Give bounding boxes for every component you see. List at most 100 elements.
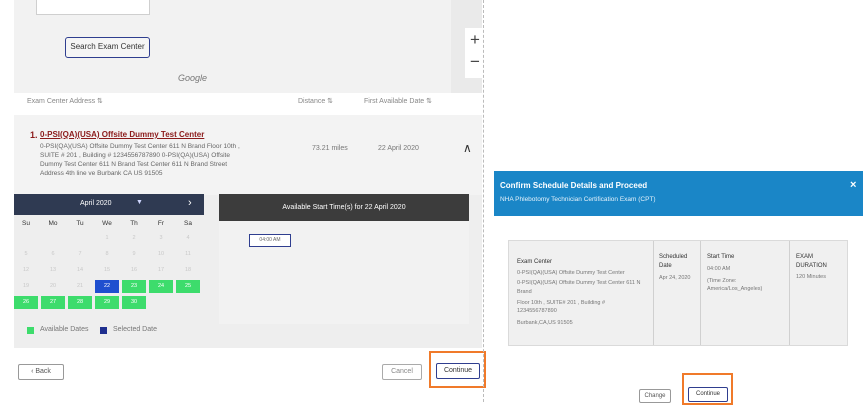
calendar-day[interactable]: 24	[149, 280, 173, 293]
start-time-value: 04:00 AM	[707, 266, 731, 272]
available-dates-legend: Available Dates	[40, 326, 89, 333]
start-time-slot-button[interactable]: 04:00 AM	[249, 234, 291, 247]
calendar-day	[14, 232, 38, 245]
calendar-day: 6	[51, 251, 55, 257]
calendar-day[interactable]: 30	[122, 296, 146, 309]
modal-title: Confirm Schedule Details and Proceed	[500, 181, 648, 190]
weekday-label: We	[102, 220, 112, 227]
scheduled-date-value: Apr 24, 2020	[659, 275, 691, 281]
column-header-first-date[interactable]: First Available Date ⇅	[364, 97, 432, 105]
time-zone-label: (Time Zone:	[707, 278, 737, 284]
first-available-date-value: 22 April 2020	[378, 145, 419, 152]
zoom-out-button[interactable]: −	[465, 52, 485, 72]
exam-heading: EXAM	[796, 254, 814, 260]
map[interactable]: Search Exam Center Google + −	[14, 0, 485, 93]
calendar-day[interactable]: 26	[14, 296, 38, 309]
calendar-day: 1	[105, 235, 109, 241]
duration-heading: DURATION	[796, 263, 827, 269]
calendar-day[interactable]: 25	[176, 280, 200, 293]
back-button[interactable]: ‹ Back	[18, 364, 64, 380]
weekday-label: Su	[22, 220, 30, 227]
address-line: 0-PSI(QA)(USA) Offsite Dummy Test Center…	[40, 143, 240, 150]
date-picker-calendar: April 2020 ▼ › Su Mo Tu We Th Fr Sa 1234…	[14, 194, 204, 324]
exam-duration-value: 120 Minutes	[796, 274, 826, 280]
calendar-day: 5	[24, 251, 28, 257]
selected-date-swatch	[100, 327, 107, 334]
column-header-distance[interactable]: Distance ⇅	[298, 97, 333, 105]
calendar-day: 18	[184, 267, 192, 273]
exam-center-heading: Exam Center	[517, 259, 553, 265]
start-time-heading: Start Time	[707, 254, 735, 260]
calendar-month-label[interactable]: April 2020	[80, 200, 112, 207]
calendar-day	[68, 232, 92, 245]
distance-value: 73.21 miles	[312, 145, 348, 152]
available-dates-swatch	[27, 327, 34, 334]
calendar-day: 8	[105, 251, 109, 257]
continue-button[interactable]: Continue	[436, 363, 480, 379]
calendar-day: 3	[159, 235, 163, 241]
calendar-day: 2	[132, 235, 136, 241]
start-time-column: Start Time 04:00 AM (Time Zone: America/…	[701, 241, 790, 345]
column-header-address[interactable]: Exam Center Address ⇅	[27, 97, 103, 105]
calendar-day: 4	[186, 235, 190, 241]
zoom-in-button[interactable]: +	[465, 30, 485, 50]
calendar-day: 12	[22, 267, 30, 273]
month-dropdown-icon[interactable]: ▼	[136, 199, 143, 206]
exam-center-search-panel: Search Exam Center Google + − Exam Cente…	[0, 0, 486, 402]
exam-center-column: Exam Center 0-PSI(QA)(USA) Offsite Dummy…	[509, 241, 654, 345]
start-times-header: Available Start Time(s) for 22 April 202…	[219, 194, 469, 221]
exam-center-line: Brand	[517, 289, 532, 295]
modal-continue-highlight: Continue	[682, 373, 733, 405]
search-exam-center-button[interactable]: Search Exam Center	[65, 37, 150, 58]
exam-center-line: 0-PSI(QA)(USA) Offsite Dummy Test Center…	[517, 280, 641, 286]
calendar-day: 13	[49, 267, 57, 273]
calendar-day: 16	[130, 267, 138, 273]
exam-duration-column: EXAM DURATION 120 Minutes	[790, 241, 848, 345]
modal-header: Confirm Schedule Details and Proceed NHA…	[494, 171, 863, 216]
weekday-label: Tu	[76, 220, 84, 227]
google-logo: Google	[178, 73, 208, 83]
calendar-day[interactable]: 28	[68, 296, 92, 309]
exam-center-line: 0-PSI(QA)(USA) Offsite Dummy Test Center	[517, 270, 625, 276]
weekday-label: Fr	[157, 220, 165, 227]
calendar-day: 7	[78, 251, 82, 257]
address-line: Address 4th line ve Burbank CA US 91505	[40, 170, 163, 177]
confirm-schedule-modal: Confirm Schedule Details and Proceed NHA…	[494, 171, 863, 405]
calendar-day: 20	[49, 283, 57, 289]
map-zoom-controls: + −	[465, 28, 485, 78]
scheduled-heading: Scheduled	[659, 254, 688, 260]
collapse-chevron-icon[interactable]: ∧	[463, 141, 472, 155]
calendar-header: April 2020 ▼ ›	[14, 194, 204, 215]
address-line: SUITE # 201 , Building # 1234556787890 0…	[40, 152, 230, 159]
next-month-icon[interactable]: ›	[188, 197, 192, 209]
calendar-day: 15	[103, 267, 111, 273]
weekday-label: Mo	[48, 220, 58, 227]
calendar-day[interactable]: 27	[41, 296, 65, 309]
exam-center-line: Floor 10th , SUITE# 201 , Building #	[517, 300, 606, 306]
date-heading: Date	[659, 263, 672, 269]
calendar-day[interactable]: 29	[95, 296, 119, 309]
time-zone-value: America/Los_Angeles)	[707, 286, 763, 292]
modal-continue-button[interactable]: Continue	[688, 387, 728, 402]
calendar-day: 10	[157, 251, 165, 257]
change-button[interactable]: Change	[639, 389, 671, 403]
cancel-button[interactable]: Cancel	[382, 364, 422, 380]
exam-center-line: Burbank,CA,US 91505	[517, 320, 573, 326]
calendar-day: 17	[157, 267, 165, 273]
modal-subtitle: NHA Phlebotomy Technician Certification …	[500, 196, 656, 203]
close-icon[interactable]: ×	[850, 179, 856, 191]
continue-highlight: Continue	[429, 351, 486, 388]
start-times-panel: Available Start Time(s) for 22 April 202…	[219, 194, 469, 324]
calendar-day: 14	[76, 267, 84, 273]
divider	[483, 0, 484, 402]
map-search-card	[36, 0, 150, 15]
calendar-day	[176, 296, 200, 309]
exam-center-line: 1234556787890	[517, 308, 557, 314]
calendar-day[interactable]: 23	[122, 280, 146, 293]
selected-date-legend: Selected Date	[113, 326, 157, 333]
calendar-day: 21	[76, 283, 84, 289]
calendar-day: 19	[22, 283, 30, 289]
result-summary-row[interactable]: 1. 0-PSI(QA)(USA) Offsite Dummy Test Cen…	[14, 115, 482, 195]
exam-center-name-link[interactable]: 0-PSI(QA)(USA) Offsite Dummy Test Center	[40, 130, 204, 139]
calendar-day-selected[interactable]: 22	[95, 280, 119, 293]
